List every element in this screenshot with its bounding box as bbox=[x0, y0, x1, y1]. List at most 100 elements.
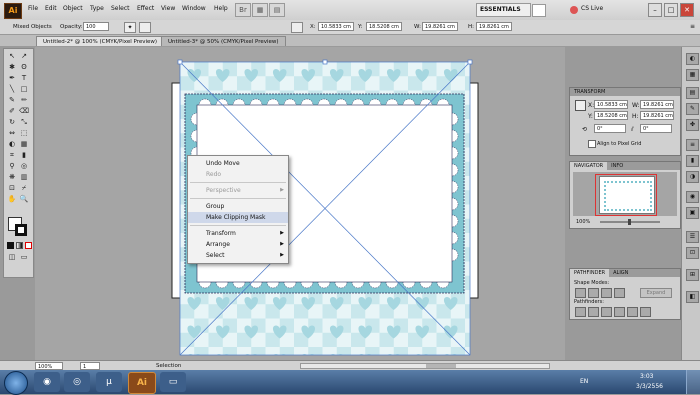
blob-brush-icon[interactable]: ✐ bbox=[7, 107, 17, 116]
selection-tool-icon[interactable]: ↖ bbox=[7, 52, 17, 61]
stroke-icon[interactable]: ≡ bbox=[686, 139, 699, 151]
reference-point-icon[interactable] bbox=[291, 22, 303, 33]
tab-untitled-3[interactable]: Untitled-3* @ 50% (CMYK/Pixel Preview) bbox=[161, 36, 286, 46]
layers-icon[interactable]: ☰ bbox=[686, 231, 699, 243]
hand-tool-icon[interactable]: ✋ bbox=[7, 195, 17, 204]
scrollbar-thumb[interactable] bbox=[426, 364, 456, 368]
trim-icon[interactable] bbox=[588, 307, 599, 317]
brush-tool-icon[interactable]: ✎ bbox=[7, 96, 17, 105]
transparency-icon[interactable]: ◑ bbox=[686, 171, 699, 183]
eraser-icon[interactable]: ⌫ bbox=[19, 107, 29, 116]
menu-view[interactable]: View bbox=[161, 5, 175, 12]
rectangle-tool-icon[interactable]: □ bbox=[19, 85, 29, 94]
slice-tool-icon[interactable]: ⌿ bbox=[19, 184, 29, 193]
align-panel-icon[interactable]: ⊞ bbox=[686, 269, 699, 281]
type-tool-icon[interactable]: T bbox=[19, 74, 29, 83]
graphic-styles-icon[interactable]: ▣ bbox=[686, 207, 699, 219]
language-indicator[interactable]: EN bbox=[580, 378, 588, 385]
tab-untitled-2[interactable]: Untitled-2* @ 100% (CMYK/Pixel Preview) bbox=[36, 36, 165, 46]
ctx-undo-move[interactable]: Undo Move bbox=[188, 158, 288, 169]
divide-icon[interactable] bbox=[575, 307, 586, 317]
menu-window[interactable]: Window bbox=[182, 5, 206, 12]
mesh-tool-icon[interactable]: ⌗ bbox=[7, 151, 17, 160]
symbols-icon[interactable]: ✤ bbox=[686, 119, 699, 131]
panel-layout-icon[interactable]: ▤ bbox=[269, 3, 285, 17]
shape-builder-icon[interactable]: ◐ bbox=[7, 140, 17, 149]
artboard-tool-icon[interactable]: ⊡ bbox=[7, 184, 17, 193]
ctx-arrange[interactable]: Arrange ▶ bbox=[188, 239, 288, 250]
tab-align[interactable]: ALIGN bbox=[609, 269, 632, 277]
tp-w-field[interactable]: 19.8261 cm bbox=[640, 100, 674, 109]
ctx-group[interactable]: Group bbox=[188, 201, 288, 212]
angle-field[interactable]: 0° bbox=[594, 124, 626, 133]
control-menu-icon[interactable]: ≡ bbox=[690, 23, 696, 31]
ctx-make-clipping-mask[interactable]: Make Clipping Mask bbox=[188, 212, 288, 223]
appearance-icon[interactable]: ◉ bbox=[686, 191, 699, 203]
shear-field[interactable]: 0° bbox=[640, 124, 672, 133]
chrome-icon[interactable]: ◎ bbox=[64, 372, 90, 392]
symbol-sprayer-icon[interactable]: ❋ bbox=[7, 173, 17, 182]
navigator-zoom[interactable]: 100% bbox=[576, 219, 590, 225]
clock-date[interactable]: 3/3/2556 bbox=[636, 383, 663, 390]
w-field[interactable]: 19.8261 cm bbox=[422, 22, 458, 31]
artboard-number-field[interactable]: 1 bbox=[80, 362, 100, 370]
start-button[interactable] bbox=[4, 371, 28, 395]
illustrator-taskbar-icon[interactable]: Ai bbox=[128, 372, 156, 394]
cslive-link[interactable]: CS Live bbox=[581, 5, 603, 12]
y-field[interactable]: 18.5208 cm bbox=[366, 22, 402, 31]
close-button[interactable]: ✕ bbox=[680, 3, 694, 17]
merge-icon[interactable] bbox=[601, 307, 612, 317]
brushes-icon[interactable]: ✎ bbox=[686, 103, 699, 115]
line-tool-icon[interactable]: ╲ bbox=[7, 85, 17, 94]
navigator-slider-thumb[interactable] bbox=[628, 219, 631, 225]
zoom-field[interactable]: 100% bbox=[35, 362, 63, 370]
none-mode-icon[interactable] bbox=[25, 242, 32, 249]
width-tool-icon[interactable]: ⇔ bbox=[7, 129, 17, 138]
bridge-icon[interactable]: Br bbox=[235, 3, 251, 17]
scale-tool-icon[interactable]: ⤡ bbox=[19, 118, 29, 127]
color-guide-icon[interactable]: ▦ bbox=[686, 69, 699, 81]
graph-tool-icon[interactable]: ▥ bbox=[19, 173, 29, 182]
tab-pathfinder[interactable]: PATHFINDER bbox=[570, 269, 610, 277]
draw-mode-icon[interactable]: ◫ bbox=[7, 253, 17, 262]
direct-selection-tool-icon[interactable]: ↗ bbox=[19, 52, 29, 61]
pencil-tool-icon[interactable]: ✏ bbox=[19, 96, 29, 105]
gradient-mode-icon[interactable] bbox=[16, 242, 23, 249]
explorer-icon[interactable]: ▭ bbox=[160, 372, 186, 392]
opacity-field[interactable]: 100 bbox=[83, 22, 109, 31]
pen-tool-icon[interactable]: ✒ bbox=[7, 74, 17, 83]
outline-icon[interactable] bbox=[627, 307, 638, 317]
clock-time[interactable]: 3:03 bbox=[640, 373, 653, 380]
horizontal-scrollbar[interactable] bbox=[300, 363, 550, 369]
screen-mode-icon[interactable]: ▭ bbox=[19, 253, 29, 262]
swatches-icon[interactable]: ▤ bbox=[686, 87, 699, 99]
minimize-button[interactable]: – bbox=[648, 3, 662, 17]
restore-button[interactable]: □ bbox=[664, 3, 678, 17]
align-pixel-grid-checkbox[interactable] bbox=[588, 140, 596, 148]
minus-back-icon[interactable] bbox=[640, 307, 651, 317]
expand-button[interactable]: Expand bbox=[640, 288, 672, 298]
blend-tool-icon[interactable]: ◎ bbox=[19, 162, 29, 171]
crop-icon[interactable] bbox=[614, 307, 625, 317]
artboards-icon[interactable]: ⊡ bbox=[686, 247, 699, 259]
tp-x-field[interactable]: 10.5833 cm bbox=[594, 100, 628, 109]
menu-type[interactable]: Type bbox=[90, 5, 104, 12]
ctx-transform[interactable]: Transform ▶ bbox=[188, 228, 288, 239]
menu-edit[interactable]: Edit bbox=[45, 5, 57, 12]
color-mode-icon[interactable] bbox=[7, 242, 14, 249]
zoom-tool-icon[interactable]: 🔍 bbox=[19, 195, 29, 204]
exclude-icon[interactable] bbox=[614, 288, 625, 298]
navigator-preview[interactable] bbox=[573, 172, 677, 216]
minus-front-icon[interactable] bbox=[588, 288, 599, 298]
navigator-view-box[interactable] bbox=[595, 174, 657, 216]
stroke-swatch[interactable] bbox=[15, 224, 27, 236]
menu-object[interactable]: Object bbox=[63, 5, 83, 12]
menu-help[interactable]: Help bbox=[214, 5, 228, 12]
tp-y-field[interactable]: 18.5208 cm bbox=[594, 111, 628, 120]
free-transform-icon[interactable]: ⬚ bbox=[19, 129, 29, 138]
canvas-area[interactable] bbox=[35, 47, 565, 360]
recolor-icon[interactable]: ✦ bbox=[124, 22, 136, 33]
firefox-icon[interactable]: ◉ bbox=[34, 372, 60, 392]
align-icon[interactable] bbox=[139, 22, 151, 33]
color-panel-icon[interactable]: ◐ bbox=[686, 53, 699, 65]
